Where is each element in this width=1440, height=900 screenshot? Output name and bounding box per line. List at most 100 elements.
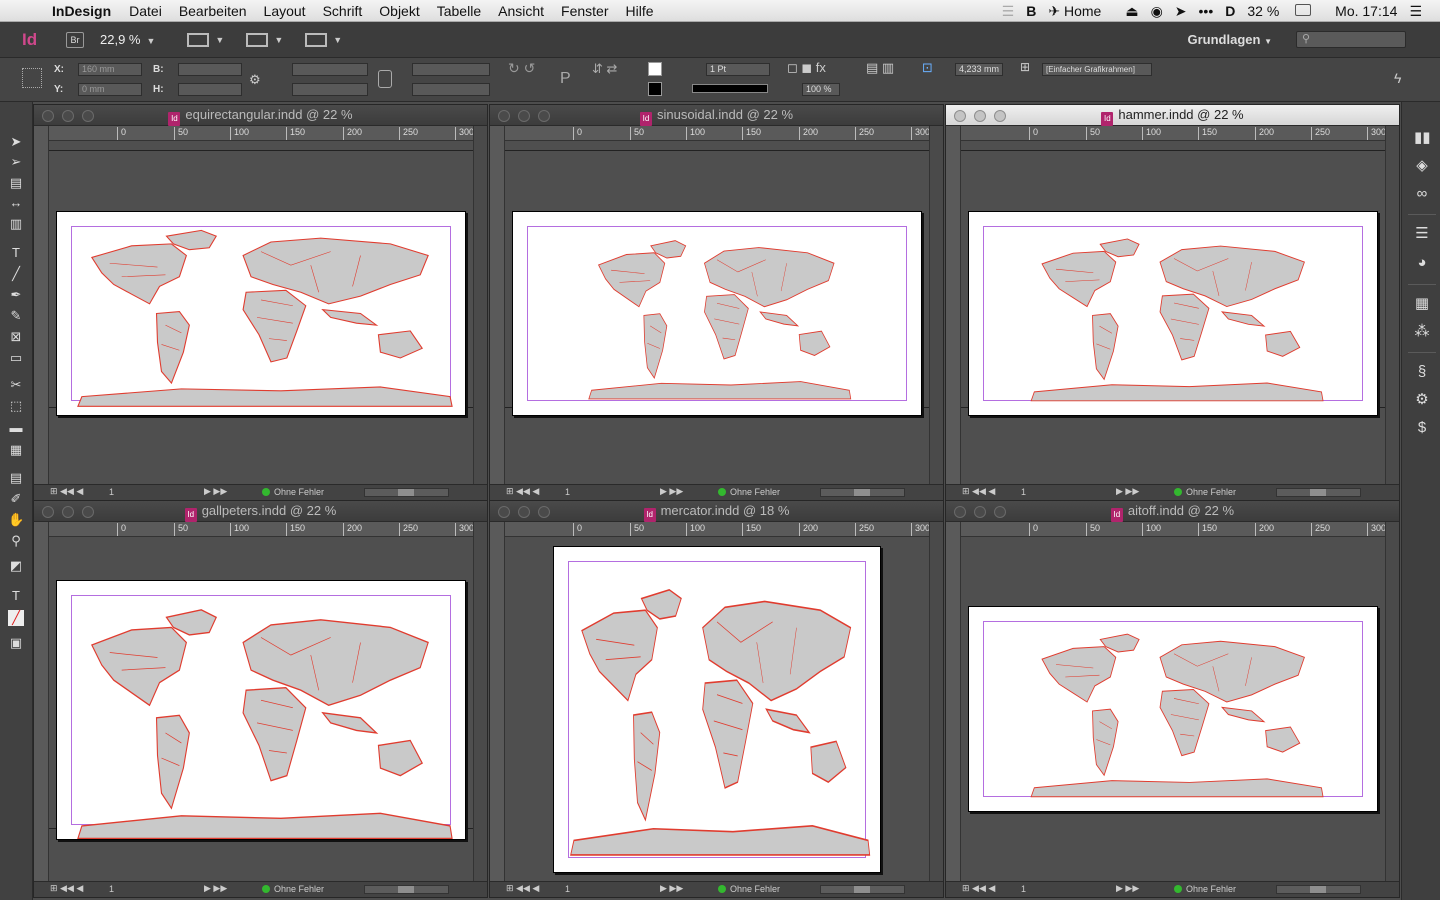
vertical-ruler[interactable]	[490, 126, 505, 484]
document-window-hammer[interactable]: Idhammer.indd @ 22 %05010015020025030035…	[945, 104, 1400, 501]
scroll-thumb[interactable]	[1310, 886, 1326, 893]
drive-icon[interactable]: ⏏	[1125, 3, 1138, 20]
page-number-field[interactable]: 1	[1021, 487, 1026, 497]
x-field[interactable]: 160 mm	[78, 63, 142, 76]
horizontal-scrollbar[interactable]	[1276, 885, 1361, 894]
scroll-thumb[interactable]	[398, 489, 414, 496]
scripts-panel-icon[interactable]: $	[1414, 420, 1430, 436]
offset-field[interactable]: 4,233 mm	[955, 63, 1003, 76]
reference-point-icon[interactable]	[22, 68, 42, 88]
menu-bearbeiten[interactable]: Bearbeiten	[179, 3, 247, 19]
menu-ansicht[interactable]: Ansicht	[498, 3, 544, 19]
minimize-window-button[interactable]	[62, 506, 74, 518]
window-titlebar[interactable]: Id gallpeters.indd @ 22 %	[34, 501, 487, 522]
shear-field[interactable]	[412, 83, 490, 96]
pages-panel-icon[interactable]: ▮▮	[1414, 130, 1431, 146]
vertical-ruler[interactable]	[34, 522, 49, 881]
fill-stroke-icon[interactable]: ◩	[8, 558, 24, 574]
vertical-scrollbar[interactable]	[473, 522, 487, 881]
menu-tabelle[interactable]: Tabelle	[437, 3, 481, 19]
window-titlebar[interactable]: Id sinusoidal.indd @ 22 %	[490, 105, 943, 126]
stroke-type-select[interactable]	[692, 84, 768, 93]
rectangle-frame-tool-icon[interactable]: ⊠	[8, 329, 24, 345]
document-window-sinusoidal[interactable]: Id sinusoidal.indd @ 22 % 0 50 100 150 200 250 3…	[489, 104, 944, 501]
vertical-scrollbar[interactable]	[1385, 126, 1399, 484]
preflight-status[interactable]: Ohne Fehler	[262, 884, 324, 894]
vertical-scrollbar[interactable]	[473, 126, 487, 484]
horizontal-ruler[interactable]: 050100150200250300350	[961, 126, 1386, 141]
minimize-window-button[interactable]	[518, 110, 530, 122]
search-input[interactable]: ⚲	[1296, 31, 1406, 48]
page-nav-icons[interactable]: ⊞ ◀◀ ◀	[506, 486, 539, 497]
vertical-ruler[interactable]	[490, 522, 505, 881]
document-page[interactable]	[553, 546, 881, 873]
vertical-ruler[interactable]	[946, 522, 961, 881]
preflight-status[interactable]: Ohne Fehler	[262, 487, 324, 497]
rotation-field[interactable]	[412, 63, 490, 76]
document-page[interactable]	[56, 211, 466, 416]
zoom-window-button[interactable]	[994, 506, 1006, 518]
paragraph-icon[interactable]: P	[560, 70, 571, 88]
menu-schrift[interactable]: Schrift	[323, 3, 363, 19]
character-styles-icon[interactable]: ⚙	[1414, 392, 1430, 408]
stroke-panel-icon[interactable]: ☰	[1414, 226, 1430, 242]
page-nav-forward-icons[interactable]: ▶ ▶▶	[204, 486, 227, 497]
minimize-window-button[interactable]	[974, 506, 986, 518]
close-window-button[interactable]	[498, 110, 510, 122]
effects-icons[interactable]: ◻ ◼ fx	[787, 60, 826, 76]
object-style-select[interactable]: [Einfacher Grafikrahmen]	[1042, 63, 1152, 76]
workspace-switcher[interactable]: Grundlagen ▼	[1188, 32, 1273, 47]
document-page[interactable]	[512, 211, 922, 416]
more-icon[interactable]: •••	[1199, 3, 1214, 19]
pencil-tool-icon[interactable]: ✎	[8, 308, 24, 324]
horizontal-ruler[interactable]: 050100150200250300350	[505, 126, 930, 141]
document-window-mercator[interactable]: Id mercator.indd @ 18 % 0 50 100 150 200 250 300…	[489, 500, 944, 898]
color-panel-icon[interactable]: ◕	[1414, 255, 1430, 271]
close-window-button[interactable]	[954, 506, 966, 518]
eyedropper-tool-icon[interactable]: ✐	[8, 491, 24, 507]
scroll-thumb[interactable]	[854, 886, 870, 893]
b-menulet[interactable]: B	[1026, 3, 1036, 19]
page-nav-icons[interactable]: ⊞ ◀◀ ◀	[506, 883, 539, 894]
content-collector-icon[interactable]: ▥	[8, 216, 24, 232]
line-tool-icon[interactable]: ╱	[8, 266, 24, 282]
zoom-window-button[interactable]	[538, 506, 550, 518]
page-number-field[interactable]: 1	[1021, 884, 1026, 894]
rectangle-tool-icon[interactable]: ▭	[8, 350, 24, 366]
dropbox-icon[interactable]: D	[1225, 3, 1235, 19]
layers-panel-icon[interactable]: ◈	[1414, 158, 1430, 174]
menu-datei[interactable]: Datei	[129, 3, 162, 19]
scale-x-field[interactable]	[292, 63, 368, 76]
direct-selection-tool-icon[interactable]: ➢	[8, 154, 24, 170]
scissors-tool-icon[interactable]: ✂	[8, 377, 24, 393]
app-menu[interactable]: InDesign	[52, 3, 111, 19]
horizontal-scrollbar[interactable]	[820, 488, 905, 497]
window-titlebar[interactable]: Id hammer.indd @ 22 %	[946, 105, 1399, 126]
screen-mode-icon[interactable]	[246, 32, 269, 47]
y-field[interactable]: 0 mm	[78, 83, 142, 96]
links-panel-icon[interactable]: ∞	[1414, 186, 1430, 202]
page-nav-forward-icons[interactable]: ▶ ▶▶	[660, 883, 683, 894]
scroll-thumb[interactable]	[854, 489, 870, 496]
menu-objekt[interactable]: Objekt	[379, 3, 419, 19]
stroke-weight-field[interactable]: 1 Pt	[706, 63, 770, 76]
hand-tool-icon[interactable]: ✋	[8, 512, 24, 528]
scroll-thumb[interactable]	[398, 886, 414, 893]
page-nav-icons[interactable]: ⊞ ◀◀ ◀	[962, 883, 995, 894]
rotate-icon[interactable]: ↻ ↺	[508, 60, 535, 77]
page-nav-forward-icons[interactable]: ▶ ▶▶	[1116, 883, 1139, 894]
menu-layout[interactable]: Layout	[264, 3, 306, 19]
lightning-icon[interactable]: ϟ	[1394, 70, 1401, 86]
close-window-button[interactable]	[42, 110, 54, 122]
menu-extras-icon[interactable]: ☰	[1002, 3, 1015, 20]
gap-tool-icon[interactable]: ↔	[8, 195, 24, 211]
swatches-panel-icon[interactable]: ▦	[1414, 296, 1430, 312]
fill-swatch[interactable]	[648, 62, 662, 76]
zoom-level-field[interactable]: 22,9 % ▼	[100, 32, 155, 47]
scroll-thumb[interactable]	[1310, 489, 1326, 496]
page-nav-forward-icons[interactable]: ▶ ▶▶	[1116, 486, 1139, 497]
notification-list-icon[interactable]: ☰	[1409, 3, 1422, 20]
preflight-status[interactable]: Ohne Fehler	[1174, 487, 1236, 497]
window-titlebar[interactable]: Id aitoff.indd @ 22 %	[946, 501, 1399, 522]
text-wrap-icons[interactable]: ▤ ▥	[866, 60, 894, 76]
